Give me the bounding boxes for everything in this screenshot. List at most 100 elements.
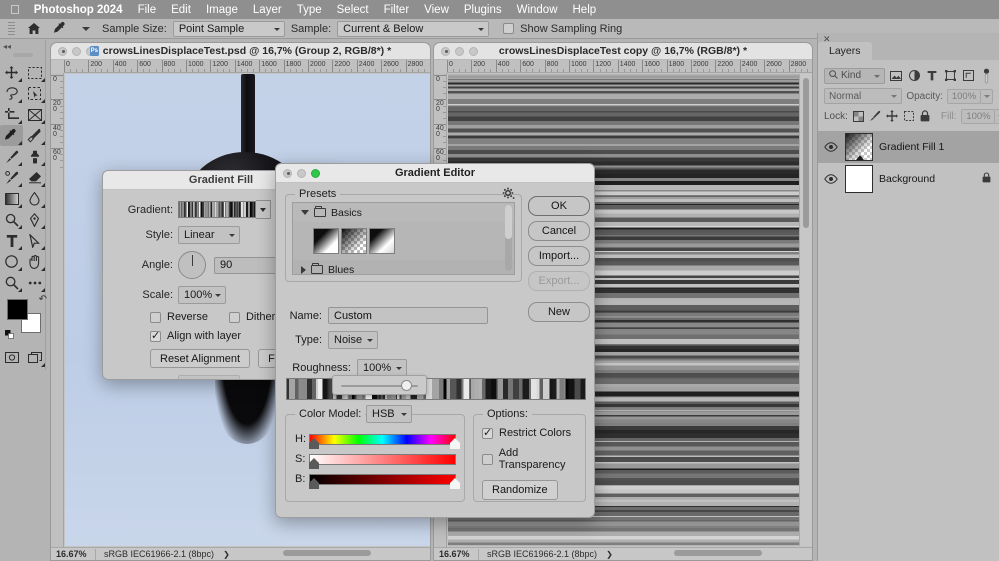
zoom-tool[interactable] [0,272,23,293]
new-button[interactable]: New [528,302,590,322]
type-select[interactable]: Noise [328,331,378,349]
noise-gradient-bar[interactable] [286,378,586,400]
horizontal-scrollbar-left[interactable] [225,547,430,560]
roughness-slider-knob[interactable] [401,380,413,391]
ellipse-tool[interactable] [0,251,23,272]
channel-s-track[interactable] [309,453,456,465]
gradient-tool[interactable] [0,188,23,209]
gradient-editor-dialog[interactable]: Gradient Editor Presets Basics Blues OK … [275,163,595,518]
document-titlebar-left[interactable]: Ps crowsLinesDisplaceTest.psd @ 16,7% (G… [51,43,430,60]
dodge-tool[interactable] [0,209,23,230]
import-button[interactable]: Import... [528,246,590,266]
fill-value[interactable]: 100% [961,108,996,124]
move-tool[interactable] [0,62,23,83]
close-icon[interactable]: ✕ [823,34,831,45]
spot-healing-brush-tool[interactable] [23,125,46,146]
layer-filter-kind-select[interactable]: Kind [824,67,885,84]
hand-tool[interactable] [23,251,46,272]
horizontal-scrollbar-right[interactable] [612,547,812,560]
preset-swatch-black-to-white[interactable] [313,228,339,254]
gradient-picker-chevron-icon[interactable] [256,200,271,219]
lock-position-icon[interactable] [885,109,898,123]
pen-tool[interactable] [23,209,46,230]
options-bar-gripper[interactable] [8,21,15,36]
vertical-scrollbar-thumb-right[interactable] [803,78,809,228]
roughness-slider-popup[interactable] [332,375,427,395]
brush-tool[interactable] [0,146,23,167]
gear-icon[interactable] [502,187,515,203]
presets-scrollbar-thumb[interactable] [505,205,512,239]
menu-item-help[interactable]: Help [573,4,597,16]
lock-artboard-icon[interactable] [903,109,915,123]
preset-swatch-black-to-transparent[interactable] [341,228,367,254]
apple-logo-icon[interactable]:  [10,3,20,16]
style-select[interactable]: Linear [178,226,240,244]
sample-select[interactable]: Current & Below [337,20,490,37]
menu-item-select[interactable]: Select [337,4,369,16]
type-tool[interactable] [0,230,23,251]
menu-item-type[interactable]: Type [297,4,322,16]
pixel-filter-icon[interactable] [889,68,903,84]
presets-list[interactable]: Basics Blues Purples [292,202,515,275]
menu-item-view[interactable]: View [424,4,449,16]
quick-mask-icon[interactable] [0,347,23,368]
ok-button[interactable]: OK [528,196,590,216]
reset-alignment-button[interactable]: Reset Alignment [150,349,251,368]
layer-thumbnail-background[interactable] [845,165,873,193]
gradient-preview-swatch[interactable] [178,201,256,218]
show-sampling-ring-checkbox[interactable] [503,23,515,34]
vertical-scrollbar-right[interactable] [799,74,812,546]
layer-visibility-icon[interactable] [823,142,839,152]
chevron-right-icon[interactable] [301,265,306,274]
eraser-tool[interactable] [23,167,46,188]
opacity-stepper-icon[interactable] [981,88,993,104]
menu-item-layer[interactable]: Layer [253,4,282,16]
align-with-layer-checkbox[interactable] [150,329,161,342]
frame-tool[interactable] [23,104,46,125]
chevron-down-icon[interactable] [301,210,309,215]
foreground-color-swatch[interactable] [7,299,28,320]
adjustment-filter-icon[interactable] [907,68,921,84]
blend-mode-select[interactable]: Normal [824,88,903,104]
history-brush-tool[interactable] [0,167,23,188]
type-filter-icon[interactable] [925,68,939,84]
preset-group-basics[interactable]: Basics [293,203,514,222]
lock-all-icon[interactable] [920,109,930,123]
menu-item-window[interactable]: Window [517,4,558,16]
cancel-button[interactable]: Cancel [528,221,590,241]
randomize-button[interactable]: Randomize [482,480,558,500]
clone-stamp-tool[interactable] [23,146,46,167]
horizontal-scrollbar-thumb-right[interactable] [674,550,762,556]
tool-preset-chevron-icon[interactable] [76,20,96,38]
shape-filter-icon[interactable] [943,68,957,84]
menu-item-photoshop[interactable]: Photoshop 2024 [34,4,123,16]
lasso-tool[interactable] [0,83,23,104]
fill-stepper-icon[interactable] [995,108,999,124]
zoom-level-left[interactable]: 16.67% [51,549,95,559]
default-colors-icon[interactable] [5,330,14,339]
status-expand-icon[interactable]: ❯ [597,550,613,559]
layer-row-gradient-fill-1[interactable]: Gradient Fill 1 [818,131,999,163]
lock-transparent-pixels-icon[interactable] [852,109,864,123]
gradient-editor-titlebar[interactable]: Gradient Editor [276,164,594,183]
channel-b-track[interactable] [309,473,456,485]
menu-item-filter[interactable]: Filter [384,4,410,16]
presets-scrollbar[interactable] [505,205,512,271]
zoom-level-right[interactable]: 16.67% [434,549,478,559]
preset-group-blues[interactable]: Blues [293,260,514,274]
opacity-value[interactable]: 100% [947,88,981,104]
swap-colors-icon[interactable]: ↶ [39,294,47,305]
horizontal-scrollbar-thumb-left[interactable] [283,550,371,556]
path-selection-tool[interactable] [23,230,46,251]
menu-item-edit[interactable]: Edit [171,4,191,16]
channel-h-track[interactable] [309,433,456,445]
edit-toolbar-tool[interactable] [23,272,46,293]
layer-visibility-icon[interactable] [823,174,839,184]
layer-row-background[interactable]: Background [818,163,999,195]
object-selection-tool[interactable] [23,83,46,104]
layer-thumbnail-gradient[interactable] [845,133,873,161]
smartobject-filter-icon[interactable] [961,68,975,84]
rectangular-marquee-tool[interactable] [23,62,46,83]
menu-item-file[interactable]: File [138,4,157,16]
menu-item-image[interactable]: Image [206,4,238,16]
